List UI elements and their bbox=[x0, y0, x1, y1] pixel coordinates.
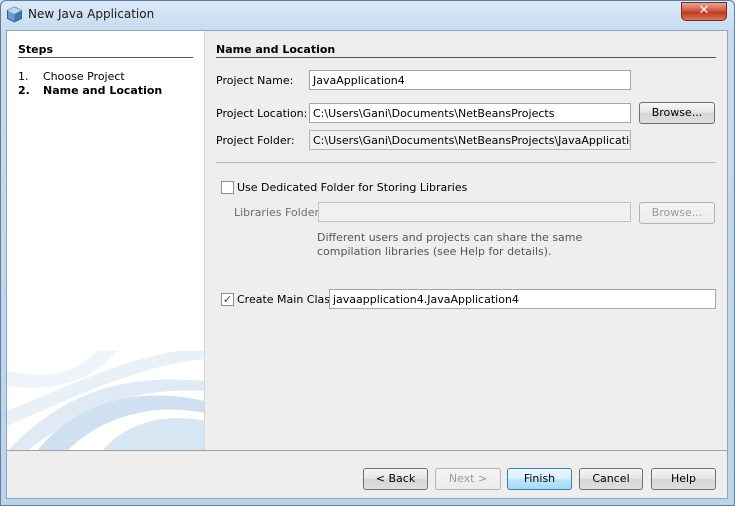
steps-panel: Steps 1. Choose Project 2. Name and Locati… bbox=[7, 31, 205, 450]
step-choose-project: 1. Choose Project bbox=[18, 70, 125, 83]
project-location-browse-button[interactable]: Browse... bbox=[639, 102, 715, 124]
close-icon: ✕ bbox=[698, 3, 710, 18]
libraries-browse-button[interactable]: Browse... bbox=[639, 202, 715, 224]
create-main-class-checkbox[interactable]: ✓ bbox=[221, 293, 234, 306]
section-divider bbox=[216, 162, 716, 163]
name-location-panel: Name and Location Project Name: JavaAppl… bbox=[205, 31, 727, 450]
create-main-class-label[interactable]: Create Main Class bbox=[237, 293, 336, 306]
project-location-label: Project Location: bbox=[216, 107, 308, 120]
dialog-client-area: Steps 1. Choose Project 2. Name and Locati… bbox=[6, 30, 728, 499]
step-name-and-location: 2. Name and Location bbox=[18, 84, 162, 97]
back-button[interactable]: < Back bbox=[363, 468, 428, 490]
close-button[interactable]: ✕ bbox=[681, 2, 727, 21]
project-name-input[interactable]: JavaApplication4 bbox=[309, 70, 631, 90]
step-number: 1. bbox=[18, 70, 29, 83]
finish-button[interactable]: Finish bbox=[507, 468, 572, 490]
dedicated-libraries-label[interactable]: Use Dedicated Folder for Storing Librari… bbox=[237, 181, 467, 194]
dialog-window: New Java Application ✕ Steps 1. Choose Pr… bbox=[0, 0, 735, 506]
checkmark-icon: ✓ bbox=[222, 293, 233, 306]
project-name-label: Project Name: bbox=[216, 74, 294, 87]
section-title: Name and Location bbox=[216, 43, 716, 58]
project-location-input[interactable]: C:\Users\Gani\Documents\NetBeansProjects bbox=[309, 103, 631, 123]
step-label: Choose Project bbox=[43, 70, 125, 83]
window-title: New Java Application bbox=[28, 7, 155, 21]
button-bar-separator bbox=[7, 450, 727, 451]
decorative-swoosh bbox=[7, 351, 204, 450]
step-label: Name and Location bbox=[43, 84, 163, 97]
libraries-folder-input[interactable] bbox=[318, 202, 631, 222]
step-number: 2. bbox=[18, 84, 30, 97]
app-cube-icon bbox=[7, 6, 22, 23]
main-class-input[interactable]: javaapplication4.JavaApplication4 bbox=[329, 289, 716, 309]
libraries-hint: Different users and projects can share t… bbox=[317, 231, 583, 258]
cancel-button[interactable]: Cancel bbox=[579, 468, 643, 490]
steps-title: Steps bbox=[18, 43, 193, 58]
help-button[interactable]: Help bbox=[651, 468, 716, 490]
next-button[interactable]: Next > bbox=[435, 468, 501, 490]
libraries-folder-label: Libraries Folder: bbox=[234, 206, 323, 219]
project-folder-field: C:\Users\Gani\Documents\NetBeansProjects… bbox=[309, 130, 631, 150]
project-folder-label: Project Folder: bbox=[216, 134, 295, 147]
title-bar[interactable]: New Java Application ✕ bbox=[1, 1, 734, 29]
dedicated-libraries-checkbox[interactable] bbox=[221, 181, 234, 194]
